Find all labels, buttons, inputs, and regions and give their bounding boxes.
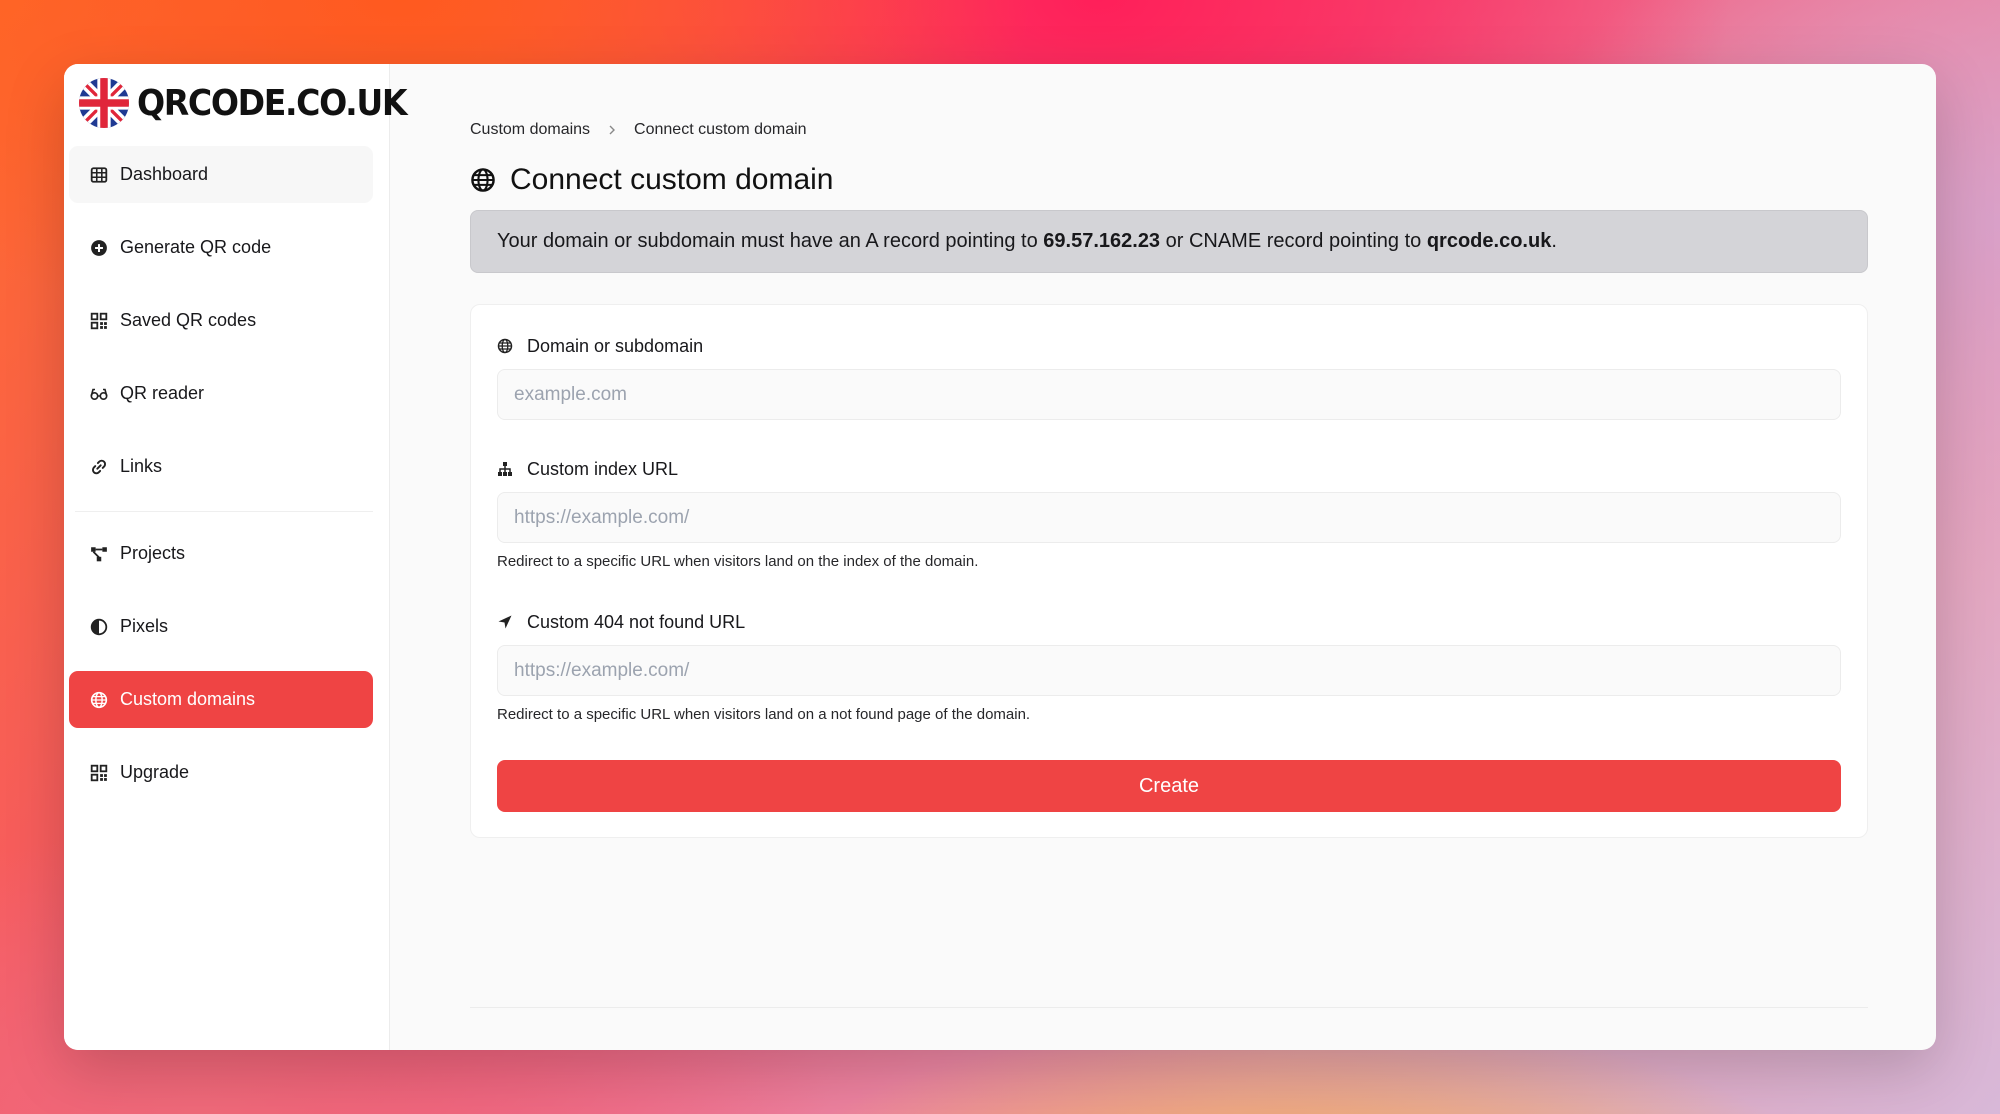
breadcrumb-parent-link[interactable]: Custom domains (470, 121, 590, 139)
page-title: Connect custom domain (510, 163, 834, 196)
sidebar-item-label: Projects (120, 543, 186, 563)
sidebar-item-generate-qr-code[interactable]: Generate QR code (69, 219, 373, 276)
not-found-url-field-label: Custom 404 not found URL (497, 611, 1841, 633)
sidebar-item-links[interactable]: Links (69, 438, 373, 495)
not-found-url-label-text: Custom 404 not found URL (527, 611, 746, 632)
sidebar-item-label: Generate QR code (120, 237, 272, 257)
breadcrumb: Custom domains Connect custom domain (470, 120, 1868, 140)
link-icon (90, 458, 108, 476)
sidebar-item-label: QR reader (120, 383, 205, 403)
sidebar-item-dashboard[interactable]: Dashboard (69, 146, 373, 203)
sidebar-item-saved-qr-codes[interactable]: Saved QR codes (69, 292, 373, 349)
domain-label-text: Domain or subdomain (527, 335, 704, 356)
location-arrow-icon (498, 615, 512, 629)
index-url-help-text: Redirect to a specific URL when visitors… (497, 553, 979, 570)
sidebar-item-label: Pixels (120, 616, 169, 636)
sidebar-item-custom-domains[interactable]: Custom domains (69, 671, 373, 728)
brand-logo[interactable]: QRCODE.CO.UK (69, 76, 408, 130)
main-content: Custom domains Connect custom domain Con… (390, 64, 1936, 1050)
alert-text-middle: or CNAME record pointing to (1160, 230, 1427, 252)
sidebar-item-label: Dashboard (120, 164, 209, 184)
glasses-icon (90, 385, 108, 403)
alert-ip-address: 69.57.162.23 (1043, 230, 1161, 252)
plus-circle-icon (90, 239, 108, 257)
uk-flag-icon (79, 78, 129, 128)
domain-field-label: Domain or subdomain (497, 335, 1841, 357)
domain-input[interactable] (497, 369, 1841, 420)
not-found-url-input[interactable] (497, 645, 1841, 696)
index-url-input[interactable] (497, 492, 1841, 543)
alert-text-suffix: . (1551, 230, 1557, 252)
sidebar-item-label: Links (120, 456, 163, 476)
sidebar-item-projects[interactable]: Projects (69, 525, 373, 582)
sidebar-divider (75, 511, 373, 512)
globe-icon (90, 691, 108, 709)
sidebar-item-upgrade[interactable]: Upgrade (69, 744, 373, 801)
page-header: Connect custom domain (470, 160, 1868, 200)
not-found-url-help-text: Redirect to a specific URL when visitors… (497, 706, 1031, 723)
sidebar-item-qr-reader[interactable]: QR reader (69, 365, 373, 422)
index-url-label-text: Custom index URL (527, 458, 679, 479)
sidebar-item-label: Custom domains (120, 689, 256, 709)
project-diagram-icon (90, 545, 108, 563)
sidebar-item-label: Upgrade (120, 762, 190, 782)
footer-divider (470, 1007, 1868, 1008)
create-button[interactable]: Create (497, 760, 1841, 812)
alert-text-prefix: Your domain or subdomain must have an A … (497, 230, 1044, 252)
index-url-field-label: Custom index URL (497, 458, 1841, 480)
alert-cname-host: qrcode.co.uk (1426, 230, 1552, 252)
sidebar-item-label: Saved QR codes (120, 310, 257, 330)
globe-icon (471, 168, 495, 192)
sidebar-item-pixels[interactable]: Pixels (69, 598, 373, 655)
qrcode-icon (90, 312, 108, 330)
brand-name: QRCODE.CO.UK (137, 82, 408, 124)
sitemap-icon (498, 462, 512, 476)
sidebar: QRCODE.CO.UK Dashboard Generate QR code … (64, 64, 408, 1050)
table-icon (90, 166, 108, 184)
half-circle-icon (90, 618, 108, 636)
qrcode-icon (90, 764, 108, 782)
breadcrumb-current: Connect custom domain (634, 121, 807, 138)
globe-icon (497, 338, 513, 354)
connect-domain-form: Domain or subdomain Custom index URL Red… (470, 304, 1868, 838)
chevron-right-icon (609, 125, 616, 135)
app-window: QRCODE.CO.UK Dashboard Generate QR code … (64, 64, 1936, 1050)
dns-info-alert: Your domain or subdomain must have an A … (470, 210, 1868, 273)
